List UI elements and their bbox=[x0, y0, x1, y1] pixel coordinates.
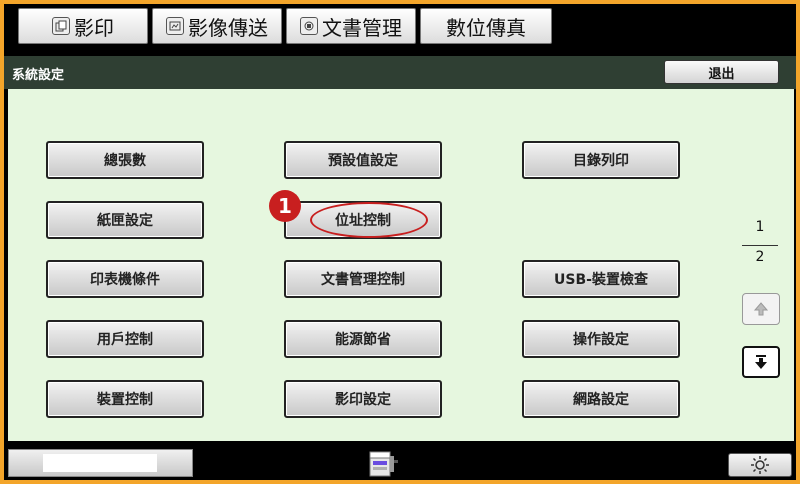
tab-label: 影印 bbox=[74, 15, 114, 40]
image-send-icon bbox=[166, 17, 184, 35]
highlight-ellipse bbox=[310, 202, 428, 238]
exit-button[interactable]: 退出 bbox=[664, 60, 779, 84]
tab-digital-fax[interactable]: 數位傳真 bbox=[420, 8, 552, 44]
menu-button-document-filing-control[interactable]: 文書管理控制 bbox=[284, 260, 442, 298]
menu-button-energy-save[interactable]: 能源節省 bbox=[284, 320, 442, 358]
tab-label: 文書管理 bbox=[322, 15, 402, 40]
mode-tab-bar: 影印 影像傳送 文書管理 數位傳真 bbox=[4, 4, 796, 48]
copy-icon bbox=[52, 17, 70, 35]
menu-button-network-settings[interactable]: 網路設定 bbox=[522, 380, 680, 418]
tab-document-filing[interactable]: 文書管理 bbox=[286, 8, 416, 44]
page-total: 2 bbox=[755, 249, 765, 265]
brightness-button[interactable] bbox=[728, 453, 792, 477]
status-field bbox=[8, 449, 193, 477]
menu-button-total-count[interactable]: 總張數 bbox=[46, 141, 204, 179]
menu-button-device-control[interactable]: 裝置控制 bbox=[46, 380, 204, 418]
tab-label: 數位傳真 bbox=[446, 15, 526, 40]
menu-button-operation-settings[interactable]: 操作設定 bbox=[522, 320, 680, 358]
tab-image-send[interactable]: 影像傳送 bbox=[152, 8, 282, 44]
menu-button-printer-condition[interactable]: 印表機條件 bbox=[46, 260, 204, 298]
sun-icon bbox=[751, 456, 769, 474]
page-divider bbox=[742, 245, 778, 246]
arrow-down-icon bbox=[755, 355, 767, 369]
menu-button-copy-settings[interactable]: 影印設定 bbox=[284, 380, 442, 418]
status-display bbox=[43, 454, 157, 472]
menu-button-tray-settings[interactable]: 紙匣設定 bbox=[46, 201, 204, 239]
arrow-up-icon bbox=[753, 302, 769, 316]
menu-button-list-print[interactable]: 目錄列印 bbox=[522, 141, 680, 179]
step-badge: 1 bbox=[269, 190, 301, 222]
menu-button-default-settings[interactable]: 預設值設定 bbox=[284, 141, 442, 179]
tab-copy[interactable]: 影印 bbox=[18, 8, 148, 44]
scroll-up-button[interactable] bbox=[742, 293, 780, 325]
tab-label: 影像傳送 bbox=[188, 15, 268, 40]
menu-button-user-control[interactable]: 用戶控制 bbox=[46, 320, 204, 358]
machine-status-icon[interactable] bbox=[364, 446, 404, 480]
device-screen: 影印 影像傳送 文書管理 數位傳真 系統設定 退出 總張數 紙匣設定 印表機條件… bbox=[4, 4, 796, 480]
page-title: 系統設定 bbox=[12, 68, 65, 83]
menu-button-usb-device-check[interactable]: USB-裝置檢查 bbox=[522, 260, 680, 298]
document-filing-icon bbox=[300, 17, 318, 35]
page-current: 1 bbox=[755, 219, 765, 235]
scroll-down-button[interactable] bbox=[742, 346, 780, 378]
